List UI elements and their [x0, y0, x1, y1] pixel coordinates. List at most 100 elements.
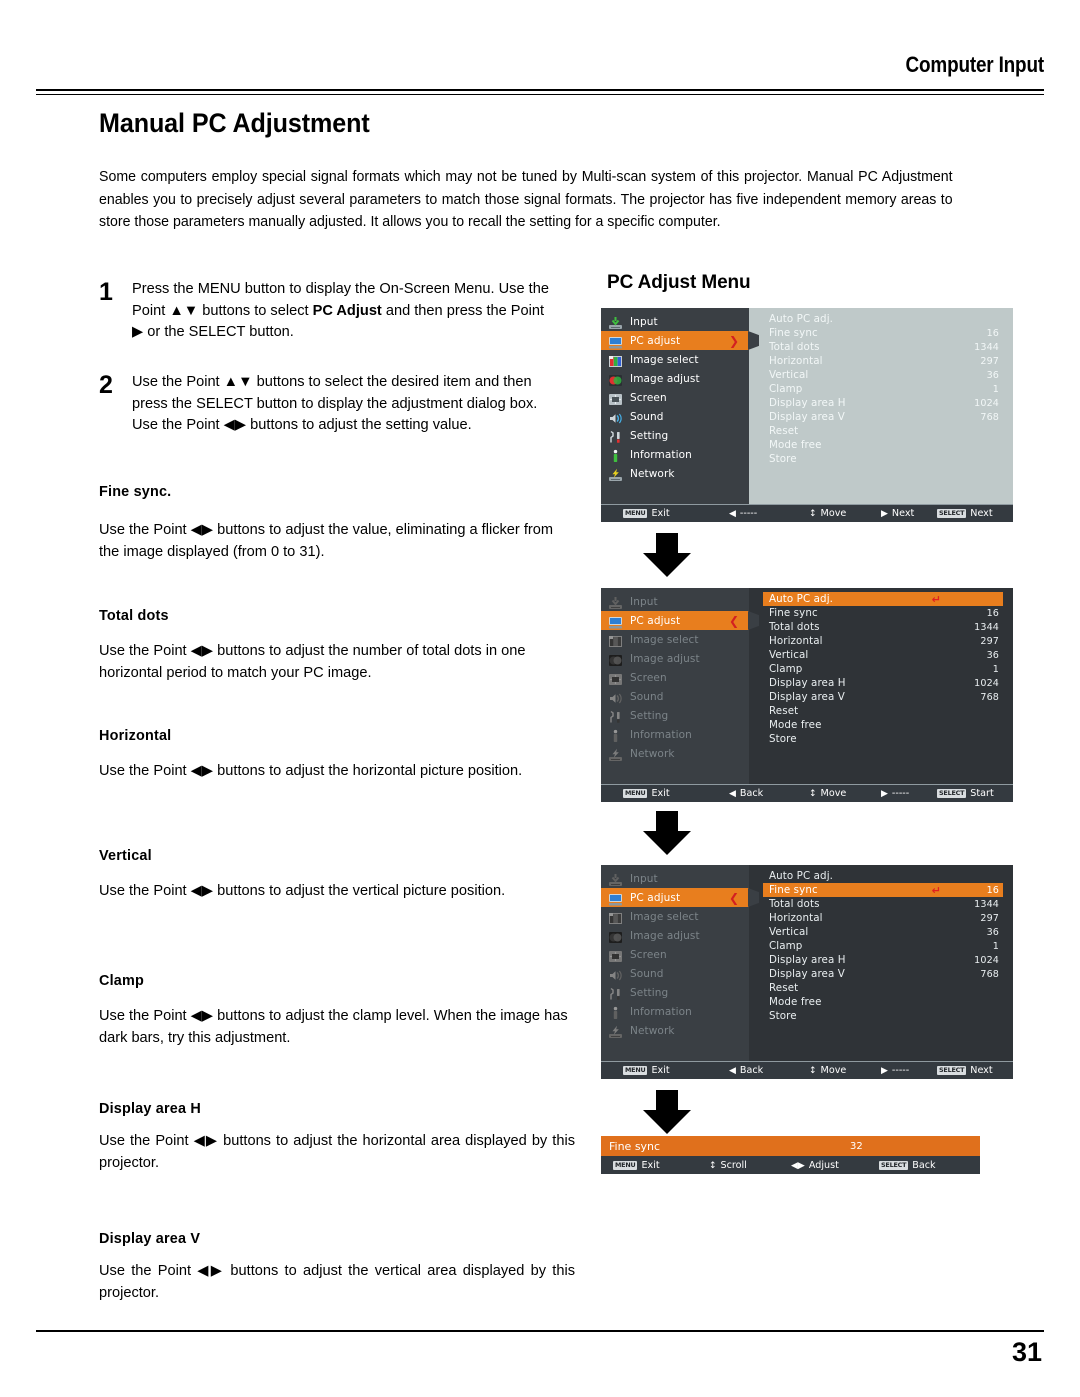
image-adjust-icon: [608, 652, 623, 666]
sidebar-item-input[interactable]: Input: [601, 592, 749, 611]
sidebar-item-label: Screen: [630, 391, 667, 404]
osd-item-label: Display area H: [769, 954, 846, 966]
sidebar-item-image-select[interactable]: Image select: [601, 350, 749, 369]
up-down-arrow-icon: ▲▼: [223, 374, 253, 390]
sidebar-item-sound[interactable]: Sound: [601, 687, 749, 706]
osd-item-fine-sync[interactable]: Fine sync 16 ↵: [763, 883, 1003, 897]
osd-item-display-area-h[interactable]: Display area H 1024: [763, 953, 1003, 967]
sidebar-item-network[interactable]: Network: [601, 744, 749, 763]
sidebar-item-image-select[interactable]: Image select: [601, 630, 749, 649]
osd-item-reset[interactable]: Reset: [763, 424, 1003, 438]
sidebar-item-pc-adjust[interactable]: PC adjust ❮: [601, 611, 759, 630]
sidebar-item-label: Setting: [630, 709, 669, 722]
input-icon: [608, 315, 623, 329]
fine-sync-dialog: Fine sync 32 MENU Exit ↕ Scroll ◀▶ Adjust S…: [601, 1136, 980, 1174]
up-down-arrow-icon: ↕: [809, 1065, 817, 1076]
osd-item-fine-sync[interactable]: Fine sync 16: [763, 606, 1003, 620]
osd-item-vertical[interactable]: Vertical 36: [763, 648, 1003, 662]
sidebar-item-information[interactable]: Information: [601, 725, 749, 744]
dialog-scroll-label: Scroll: [720, 1160, 747, 1171]
osd-item-mode-free[interactable]: Mode free: [763, 718, 1003, 732]
up-down-arrow-icon: ↕: [709, 1160, 717, 1171]
osd-item-horizontal[interactable]: Horizontal 297: [763, 354, 1003, 368]
osd-item-total-dots[interactable]: Total dots 1344: [763, 340, 1003, 354]
osd-item-vertical[interactable]: Vertical 36: [763, 368, 1003, 382]
osd-item-store[interactable]: Store: [763, 732, 1003, 746]
osd-item-mode-free[interactable]: Mode free: [763, 995, 1003, 1009]
sidebar-item-sound[interactable]: Sound: [601, 407, 749, 426]
sidebar-item-setting[interactable]: Setting: [601, 706, 749, 725]
sidebar-item-label: Setting: [630, 986, 669, 999]
osd1-left-label: -----: [739, 508, 758, 519]
osd-item-reset[interactable]: Reset: [763, 981, 1003, 995]
left-arrow-icon: ◀: [729, 788, 736, 799]
osd-item-label: Display area V: [769, 411, 845, 423]
osd-item-fine-sync[interactable]: Fine sync 16: [763, 326, 1003, 340]
sidebar-item-screen[interactable]: Screen: [601, 668, 749, 687]
up-down-arrow-icon: ↕: [809, 788, 817, 799]
osd2-select-label: Start: [970, 788, 994, 799]
sidebar-item-information[interactable]: Information: [601, 1002, 749, 1021]
osd-item-store[interactable]: Store: [763, 1009, 1003, 1023]
osd-item-horizontal[interactable]: Horizontal 297: [763, 634, 1003, 648]
sidebar-item-image-adjust[interactable]: Image adjust: [601, 369, 749, 388]
header-rule-thick: [36, 89, 1044, 91]
osd1-right-label: Next: [891, 508, 915, 519]
sidebar-item-pc-adjust[interactable]: PC adjust ❮: [601, 888, 759, 907]
sidebar-item-network[interactable]: Network: [601, 1021, 749, 1040]
sidebar-item-input[interactable]: Input: [601, 312, 749, 331]
osd-item-clamp[interactable]: Clamp 1: [763, 382, 1003, 396]
osd-item-display-area-v[interactable]: Display area V 768: [763, 967, 1003, 981]
sound-icon: [608, 967, 623, 981]
sidebar-item-image-adjust[interactable]: Image adjust: [601, 926, 749, 945]
sidebar-item-network[interactable]: Network: [601, 464, 749, 483]
sidebar-item-setting[interactable]: Setting: [601, 983, 749, 1002]
sidebar-item-label: Input: [630, 872, 658, 885]
osd-item-display-area-v[interactable]: Display area V 768: [763, 410, 1003, 424]
osd-item-horizontal[interactable]: Horizontal 297: [763, 911, 1003, 925]
step-2: 2 Use the Point ▲▼ buttons to select the…: [99, 372, 552, 437]
osd-item-vertical[interactable]: Vertical 36: [763, 925, 1003, 939]
osd-item-clamp[interactable]: Clamp 1: [763, 939, 1003, 953]
information-icon: [608, 1005, 623, 1019]
osd-item-clamp[interactable]: Clamp 1: [763, 662, 1003, 676]
sidebar-item-label: Screen: [630, 671, 667, 684]
up-down-arrow-icon: ↕: [809, 508, 817, 519]
dialog-adjust-label: Adjust: [808, 1160, 839, 1171]
sidebar-item-pc-adjust[interactable]: PC adjust ❯: [601, 331, 759, 350]
osd-item-display-area-h[interactable]: Display area H 1024: [763, 676, 1003, 690]
osd-item-total-dots[interactable]: Total dots 1344: [763, 897, 1003, 911]
sidebar-item-label: PC adjust: [630, 334, 681, 347]
setting-icon: [608, 429, 623, 443]
osd-item-mode-free[interactable]: Mode free: [763, 438, 1003, 452]
section-body-display-area-h: Use the Point ◀▶ buttons to adjust the h…: [99, 1131, 575, 1174]
osd-item-display-area-v[interactable]: Display area V 768: [763, 690, 1003, 704]
sidebar-item-image-select[interactable]: Image select: [601, 907, 749, 926]
sidebar-item-image-adjust[interactable]: Image adjust: [601, 649, 749, 668]
fine-sync-value-bar[interactable]: Fine sync 32: [601, 1136, 980, 1156]
osd-item-auto-pc-adj[interactable]: Auto PC adj.: [763, 312, 1003, 326]
header-rule-thin: [36, 94, 1044, 95]
left-arrow-icon: ◀: [729, 508, 736, 519]
osd-item-auto-pc-adj[interactable]: Auto PC adj. ↵: [763, 592, 1003, 606]
osd-item-value: 768: [980, 691, 999, 703]
osd-item-auto-pc-adj[interactable]: Auto PC adj.: [763, 869, 1003, 883]
sidebar-item-information[interactable]: Information: [601, 445, 749, 464]
osd-item-reset[interactable]: Reset: [763, 704, 1003, 718]
sidebar-item-screen[interactable]: Screen: [601, 388, 749, 407]
sidebar-item-input[interactable]: Input: [601, 869, 749, 888]
osd-item-store[interactable]: Store: [763, 452, 1003, 466]
osd-item-value: 1: [992, 383, 999, 395]
sidebar-item-label: PC adjust: [630, 614, 681, 627]
sidebar-item-label: Network: [630, 1024, 675, 1037]
sidebar-item-setting[interactable]: Setting: [601, 426, 749, 445]
osd3-exit-label: Exit: [651, 1065, 670, 1076]
sidebar-item-screen[interactable]: Screen: [601, 945, 749, 964]
right-arrow-icon: ▶: [881, 1065, 888, 1076]
osd-item-label: Mode free: [769, 719, 822, 731]
osd-item-total-dots[interactable]: Total dots 1344: [763, 620, 1003, 634]
osd-item-value: 1344: [974, 341, 999, 353]
osd-item-display-area-h[interactable]: Display area H 1024: [763, 396, 1003, 410]
sidebar-item-sound[interactable]: Sound: [601, 964, 749, 983]
screen-icon: [608, 671, 623, 685]
